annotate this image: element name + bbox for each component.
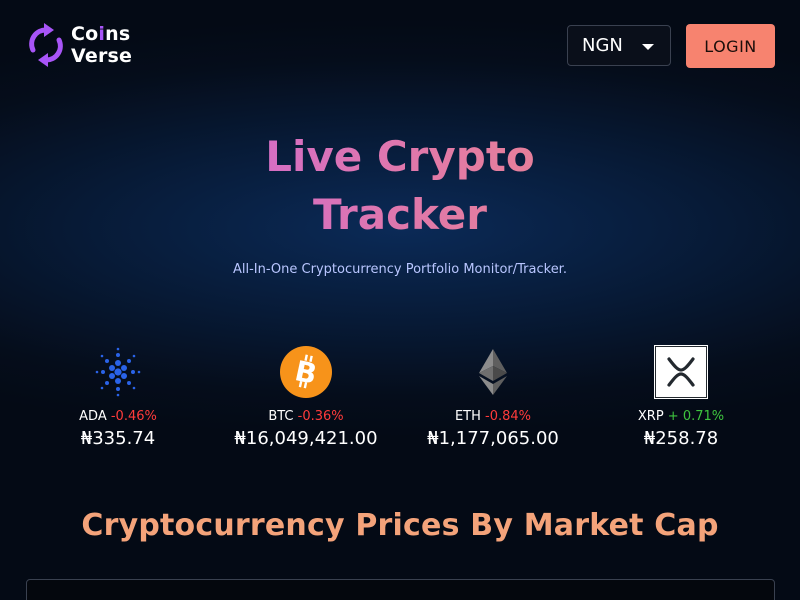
bitcoin-icon: B <box>280 346 332 398</box>
hero-subtitle: All-In-One Cryptocurrency Portfolio Moni… <box>233 262 567 277</box>
currency-value: NGN <box>582 35 623 56</box>
cardano-icon <box>95 347 141 397</box>
price-change: -0.46% <box>110 409 157 424</box>
section-title: Cryptocurrency Prices By Market Cap <box>81 508 719 543</box>
coin-carousel: ADA -0.46% ₦335.74 B BTC -0.36% ₦16,049,… <box>0 345 800 455</box>
coin-item-ada[interactable]: ADA -0.46% ₦335.74 <box>28 345 208 449</box>
brand-name: Coins Verse <box>71 23 133 67</box>
coin-item-btc[interactable]: B BTC -0.36% ₦16,049,421.00 <box>216 345 396 449</box>
logo[interactable]: Coins Verse <box>27 22 132 68</box>
coin-label: BTC -0.36% <box>268 409 344 424</box>
coin-label: ADA -0.46% <box>79 409 157 424</box>
xrp-icon <box>654 345 708 399</box>
refresh-arrows-icon <box>29 23 63 67</box>
coin-price: ₦1,177,065.00 <box>427 428 559 449</box>
coin-price: ₦258.78 <box>643 428 719 449</box>
coin-label: ETH -0.84% <box>454 409 532 424</box>
navbar: Coins Verse NGN LOGIN <box>0 0 800 90</box>
price-change: -0.36% <box>297 409 344 424</box>
currency-select[interactable]: NGN <box>567 25 671 66</box>
coins-table <box>26 579 775 600</box>
login-button[interactable]: LOGIN <box>686 24 775 68</box>
price-change: + 0.71% <box>667 409 725 424</box>
hero-title: Live Crypto Tracker <box>0 128 800 244</box>
coin-item-xrp[interactable]: XRP + 0.71% ₦258.78 <box>591 345 771 449</box>
coin-price: ₦335.74 <box>80 428 156 449</box>
ethereum-icon <box>479 349 507 395</box>
coin-item-eth[interactable]: ETH -0.84% ₦1,177,065.00 <box>403 345 583 449</box>
coin-label: XRP + 0.71% <box>637 409 725 424</box>
chevron-down-icon <box>642 44 654 50</box>
coin-price: ₦16,049,421.00 <box>234 428 378 449</box>
price-change: -0.84% <box>485 409 532 424</box>
